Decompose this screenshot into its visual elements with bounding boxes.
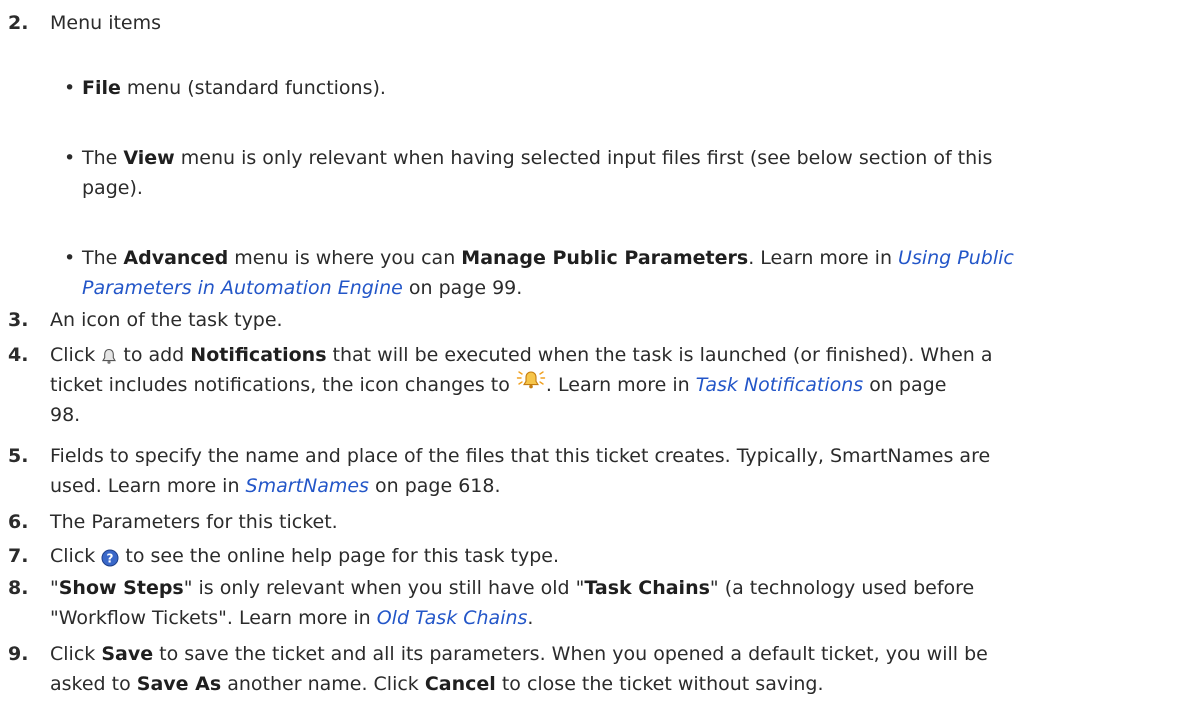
- item-text: to see the online help page for this tas…: [119, 545, 560, 567]
- item-text: Click: [50, 643, 102, 665]
- item-text: Click: [50, 344, 102, 366]
- item-number: 8.: [8, 577, 29, 599]
- bullet-item-advanced: • The Advanced menu is where you can Man…: [64, 243, 1169, 303]
- item-text: asked to: [50, 673, 137, 695]
- list-item-4: 4. Click to add Notifications that will …: [8, 340, 1169, 430]
- bullet-dot: •: [64, 147, 76, 169]
- notification-bell-active-icon: [516, 369, 546, 391]
- svg-text:?: ?: [107, 551, 114, 565]
- list-item-6: 6. The Parameters for this ticket.: [8, 507, 1169, 537]
- manage-public-parameters-label: Manage Public Parameters: [461, 247, 749, 269]
- cancel-label: Cancel: [424, 673, 496, 695]
- item-number: 6.: [8, 511, 29, 533]
- help-icon[interactable]: ?: [101, 546, 119, 566]
- list-item-5: 5. Fields to specify the name and place …: [8, 441, 1169, 501]
- item-text: .: [527, 607, 534, 629]
- item-text: An icon of the task type.: [50, 309, 283, 331]
- document-page: 2. Menu items • File menu (standard func…: [0, 0, 1179, 706]
- list-item-7: 7. Click ? to see the online help page f…: [8, 541, 1169, 571]
- item-text: Menu items: [50, 12, 162, 34]
- item-text: used. Learn more in: [50, 475, 246, 497]
- bullet-text: menu is where you can: [228, 247, 462, 269]
- bullet-text: The: [82, 247, 124, 269]
- item-text: Click: [50, 545, 102, 567]
- bullet-item-view: • The View menu is only relevant when ha…: [64, 143, 1169, 203]
- item-number: 4.: [8, 344, 29, 366]
- smartnames-link[interactable]: SmartNames: [246, 475, 369, 497]
- save-label: Save: [101, 643, 154, 665]
- using-public-parameters-link[interactable]: Parameters in Automation Engine: [82, 277, 403, 299]
- item-text: that will be executed when the task is l…: [326, 344, 993, 366]
- item-text: on page 618.: [368, 475, 501, 497]
- notifications-label: Notifications: [190, 344, 327, 366]
- bullet-text: menu (standard functions).: [120, 77, 386, 99]
- item-text: to close the ticket without saving.: [495, 673, 824, 695]
- save-as-label: Save As: [136, 673, 222, 695]
- notification-bell-icon[interactable]: [101, 345, 117, 364]
- item-number: 2.: [8, 12, 29, 34]
- item-text: . Learn more in: [545, 374, 696, 396]
- using-public-parameters-link[interactable]: Using Public: [898, 247, 1014, 269]
- item-text: " (a technology used before: [709, 577, 975, 599]
- bullet-dot: •: [64, 247, 76, 269]
- menu-name-advanced: Advanced: [123, 247, 229, 269]
- bullet-text: menu is only relevant when having select…: [174, 147, 993, 169]
- list-item-8: 8. "Show Steps" is only relevant when yo…: [8, 573, 1169, 633]
- old-task-chains-link[interactable]: Old Task Chains: [377, 607, 528, 629]
- item-text: to add: [117, 344, 191, 366]
- item-text: "Workflow Tickets". Learn more in: [50, 607, 377, 629]
- list-item-9: 9. Click Save to save the ticket and all…: [8, 639, 1169, 699]
- menu-name-file: File: [82, 77, 121, 99]
- bullet-dot: •: [64, 77, 76, 99]
- item-text: on page: [863, 374, 947, 396]
- item-number: 9.: [8, 643, 29, 665]
- item-text: another name. Click: [221, 673, 425, 695]
- item-number: 5.: [8, 445, 29, 467]
- bullet-text: page).: [82, 177, 143, 199]
- item-text: ticket includes notifications, the icon …: [50, 374, 516, 396]
- item-number: 3.: [8, 309, 29, 331]
- bullet-text: . Learn more in: [748, 247, 899, 269]
- task-chains-label: Task Chains: [584, 577, 710, 599]
- item-text: to save the ticket and all its parameter…: [153, 643, 988, 665]
- list-item-2: 2. Menu items: [8, 8, 1169, 38]
- item-text: " is only relevant when you still have o…: [183, 577, 585, 599]
- task-notifications-link[interactable]: Task Notifications: [696, 374, 863, 396]
- item-text: 98.: [50, 404, 81, 426]
- bullet-text: The: [82, 147, 124, 169]
- item-text: ": [50, 577, 59, 599]
- item-text: The Parameters for this ticket.: [50, 511, 338, 533]
- show-steps-label: Show Steps: [58, 577, 184, 599]
- menu-name-view: View: [123, 147, 175, 169]
- item-text: Fields to specify the name and place of …: [50, 445, 991, 467]
- bullet-text: on page 99.: [402, 277, 523, 299]
- bullet-item-file: • File menu (standard functions).: [64, 73, 1169, 103]
- item-number: 7.: [8, 545, 29, 567]
- list-item-3: 3. An icon of the task type.: [8, 305, 1169, 335]
